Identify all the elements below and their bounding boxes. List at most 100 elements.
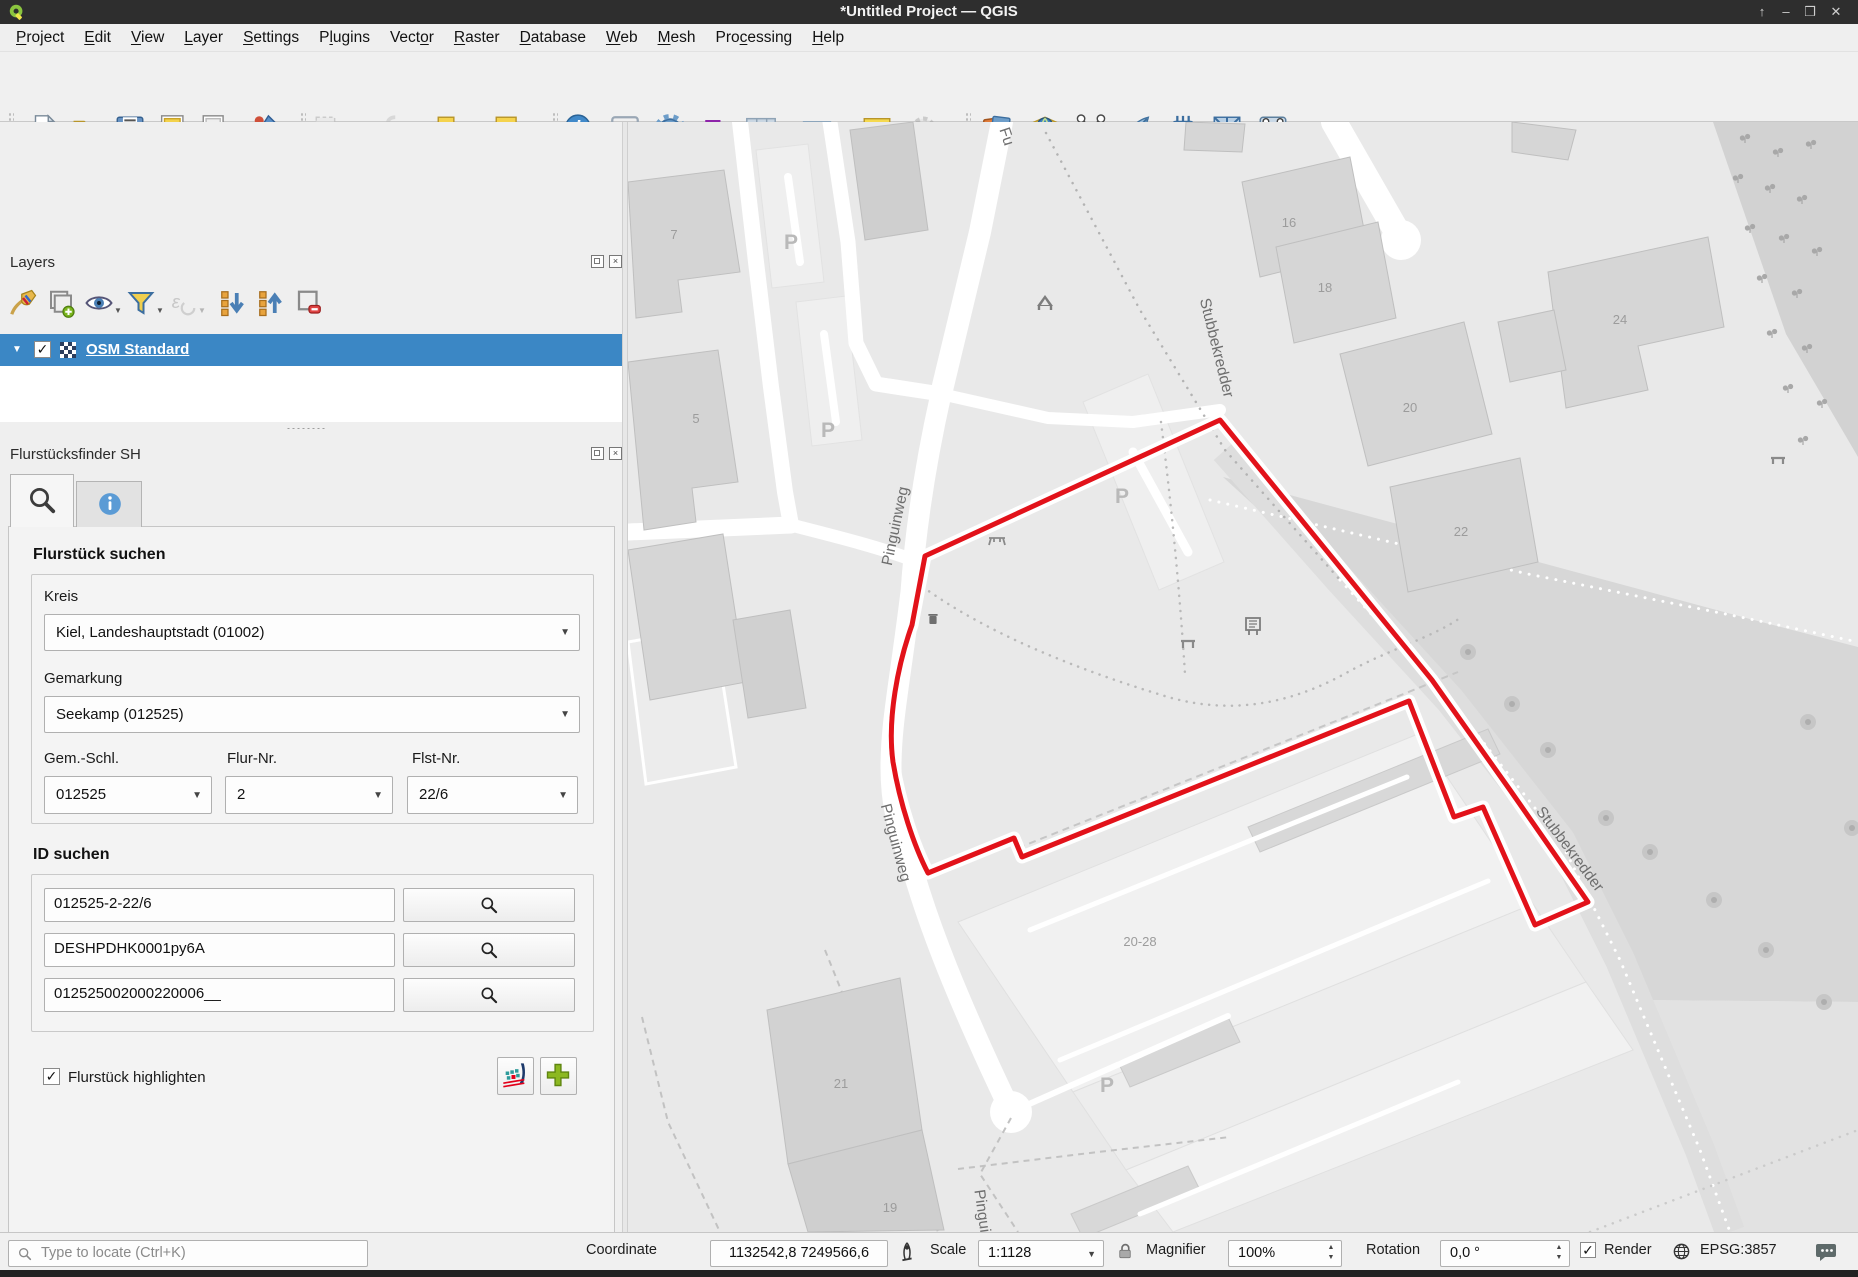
open-layer-styling-icon[interactable] (8, 288, 42, 322)
map-label: Stubbekredder (1196, 297, 1237, 400)
tree-icon (1758, 942, 1774, 958)
gemarkung-label: Gemarkung (44, 670, 122, 687)
lvermgeo-logo-button[interactable] (497, 1057, 534, 1095)
map-label: 22 (1454, 524, 1468, 539)
svg-text:ε: ε (172, 291, 181, 312)
layers-panel-title: Layers (10, 254, 55, 271)
kreis-label: Kreis (44, 588, 78, 605)
spin-up-icon[interactable]: ▲ (1325, 1245, 1337, 1251)
locator-search-input[interactable]: Type to locate (Ctrl+K) (8, 1240, 368, 1267)
remove-layer-icon[interactable] (294, 288, 328, 322)
window-close-button[interactable]: ✕ (1826, 3, 1846, 21)
tree-icon (1800, 714, 1816, 730)
map-label: 20 (1403, 400, 1417, 415)
scale-combobox[interactable]: 1:1128 ▼ (978, 1240, 1104, 1267)
tree-icon (1816, 994, 1832, 1010)
tree-icon (1757, 274, 1767, 283)
rotation-spinbox[interactable]: 0,0 ° ▲ ▼ (1440, 1240, 1570, 1267)
collapse-all-icon[interactable] (256, 288, 290, 322)
menu-mesh[interactable]: Mesh (648, 24, 706, 52)
chevron-down-icon: ▼ (560, 615, 570, 650)
gemarkung-combobox[interactable]: Seekamp (012525)▼ (44, 696, 580, 733)
crs-globe-icon[interactable] (1672, 1242, 1691, 1261)
window-minimize-button[interactable]: – (1776, 3, 1796, 21)
dock-splitter[interactable] (0, 422, 622, 434)
tree-icon (1798, 436, 1808, 445)
finder-panel-float-button[interactable] (591, 447, 604, 460)
render-checkbox[interactable]: ✓ (1580, 1242, 1596, 1258)
menu-help[interactable]: Help (802, 24, 854, 52)
crs-status: EPSG:3857 (1700, 1242, 1777, 1258)
spin-up-icon[interactable]: ▲ (1553, 1245, 1565, 1251)
flur-label: Flur-Nr. (227, 750, 277, 767)
add-group-icon[interactable] (46, 288, 80, 322)
layers-panel-float-button[interactable] (591, 255, 604, 268)
layers-list-empty-area[interactable] (0, 366, 622, 422)
search-icon (17, 1246, 33, 1262)
layers-panel-close-button[interactable]: × (609, 255, 622, 268)
map-label: 21 (834, 1076, 848, 1091)
tree-icon (1460, 644, 1476, 660)
flst-combobox[interactable]: 22/6▼ (407, 776, 578, 814)
dropdown-caret[interactable]: ▼ (114, 306, 122, 315)
finder-panel-title: Flurstücksfinder SH (10, 446, 141, 463)
menu-vector[interactable]: Vector (380, 24, 444, 52)
coordinate-value: 1132542,8 7249566,6 (729, 1245, 869, 1261)
menu-layer[interactable]: Layer (174, 24, 233, 52)
gem-schl-combobox[interactable]: 012525▼ (44, 776, 212, 814)
tab-info[interactable] (76, 481, 142, 527)
layer-visibility-checkbox[interactable]: ✓ (34, 341, 51, 358)
kreis-combobox[interactable]: Kiel, Landeshauptstadt (01002)▼ (44, 614, 580, 651)
layer-expand-arrow[interactable]: ▼ (12, 334, 22, 366)
dropdown-caret: ▼ (198, 306, 206, 315)
window-bottom-edge (0, 1270, 1858, 1277)
id-input-2[interactable]: DESHPDHK0001py6A (44, 933, 395, 967)
id-input-3[interactable]: 012525002000220006__ (44, 978, 395, 1012)
messages-bubble-icon[interactable] (1814, 1240, 1838, 1264)
menu-plugins[interactable]: Plugins (309, 24, 380, 52)
scale-lock-icon[interactable] (1116, 1242, 1134, 1262)
menu-view[interactable]: View (121, 24, 174, 52)
id-search-button-2[interactable] (403, 933, 575, 967)
menu-web[interactable]: Web (596, 24, 648, 52)
flur-combobox[interactable]: 2▼ (225, 776, 393, 814)
window-maximize-button[interactable]: ❒ (1800, 3, 1820, 21)
chevron-down-icon: ▼ (560, 697, 570, 732)
spin-down-icon[interactable]: ▼ (1325, 1255, 1337, 1261)
spin-down-icon[interactable]: ▼ (1553, 1255, 1565, 1261)
flur-value: 2 (237, 777, 245, 812)
waste-basket-icon (928, 614, 937, 624)
tab-search[interactable] (10, 474, 74, 527)
filter-legend-icon[interactable] (126, 288, 160, 322)
map-canvas[interactable]: PinguinwegPinguinwegPinguinwegFuStubbekr… (628, 122, 1858, 1232)
coordinate-input[interactable]: 1132542,8 7249566,6 (710, 1240, 888, 1267)
id-search-button-3[interactable] (403, 978, 575, 1012)
layer-row-osm-standard[interactable]: ▼ ✓ OSM Standard (0, 334, 622, 366)
title-bar: *Untitled Project — QGIS ↑ – ❒ ✕ (0, 0, 1858, 24)
menu-settings[interactable]: Settings (233, 24, 309, 52)
search-section-heading: Flurstück suchen (33, 546, 165, 564)
dropdown-caret[interactable]: ▼ (156, 306, 164, 315)
finder-panel-close-button[interactable]: × (609, 447, 622, 460)
splitter-handle[interactable] (286, 427, 326, 430)
highlight-checkbox[interactable]: ✓ (43, 1068, 60, 1085)
id-search-button-1[interactable] (403, 888, 575, 922)
status-bar: Type to locate (Ctrl+K) Coordinate 11325… (0, 1232, 1858, 1270)
rotation-label: Rotation (1366, 1242, 1420, 1258)
menu-project[interactable]: Project (6, 24, 74, 52)
add-to-map-button[interactable] (540, 1057, 577, 1095)
magnifier-spinbox[interactable]: 100% ▲ ▼ (1228, 1240, 1342, 1267)
expand-all-icon[interactable] (218, 288, 252, 322)
menu-database[interactable]: Database (510, 24, 596, 52)
menu-edit[interactable]: Edit (74, 24, 121, 52)
gem-schl-label: Gem.-Schl. (44, 750, 119, 767)
id-input-value: 012525-2-22/6 (54, 895, 152, 912)
layer-type-checker-icon (60, 342, 76, 358)
tree-icon (1706, 892, 1722, 908)
menu-raster[interactable]: Raster (444, 24, 510, 52)
menu-processing[interactable]: Processing (706, 24, 803, 52)
coordinate-extent-toggle-icon[interactable] (896, 1241, 918, 1263)
window-up-button[interactable]: ↑ (1752, 3, 1772, 21)
manage-map-themes-icon[interactable] (84, 288, 118, 322)
id-input-1[interactable]: 012525-2-22/6 (44, 888, 395, 922)
